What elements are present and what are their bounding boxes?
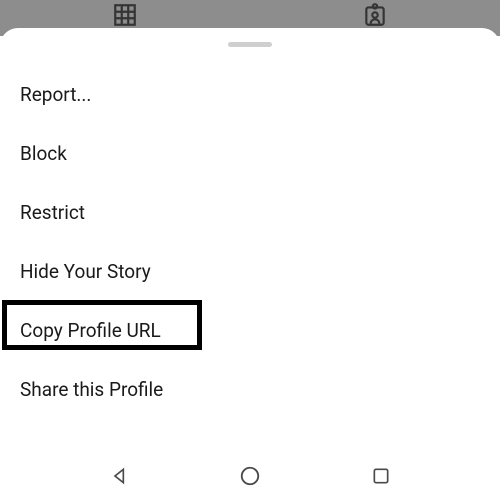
nav-recent-button[interactable]: [370, 465, 392, 487]
menu-item-restrict[interactable]: Restrict: [0, 183, 500, 242]
nav-home-button[interactable]: [239, 465, 261, 487]
menu-item-label: Hide Your Story: [20, 260, 151, 283]
menu-item-label: Share this Profile: [20, 378, 163, 401]
menu-item-label: Block: [20, 142, 67, 165]
menu-item-label: Copy Profile URL: [20, 319, 161, 342]
menu-item-copy-url[interactable]: Copy Profile URL: [0, 301, 500, 360]
system-nav-bar: [0, 448, 500, 504]
menu-item-report[interactable]: Report...: [0, 65, 500, 124]
menu-item-hide-story[interactable]: Hide Your Story: [0, 242, 500, 301]
menu-item-share-profile[interactable]: Share this Profile: [0, 360, 500, 419]
menu-item-label: Report...: [20, 83, 91, 106]
action-sheet: Report... Block Restrict Hide Your Story…: [0, 28, 500, 504]
drag-handle[interactable]: [228, 42, 272, 47]
menu-list: Report... Block Restrict Hide Your Story…: [0, 65, 500, 419]
nav-back-button[interactable]: [109, 465, 131, 487]
menu-item-block[interactable]: Block: [0, 124, 500, 183]
menu-item-label: Restrict: [20, 201, 85, 224]
